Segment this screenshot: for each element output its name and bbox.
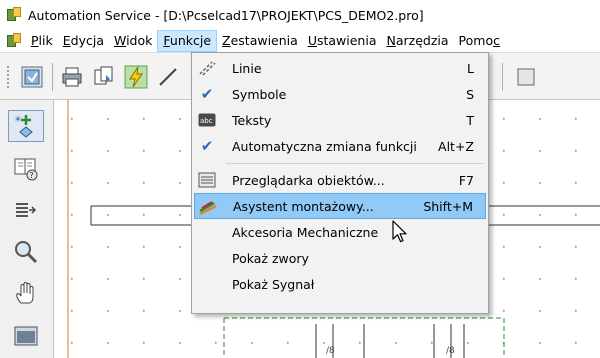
draw-lines-icon[interactable] (154, 63, 182, 91)
pan-hand-icon[interactable] (8, 278, 44, 310)
menu-item-akcesoria-mechaniczne[interactable]: Akcesoria Mechaniczne (194, 219, 486, 245)
menu-funkcje[interactable]: Funkcje (157, 30, 218, 52)
wizard-icon[interactable] (18, 63, 46, 91)
menu-widok[interactable]: Widok (109, 30, 157, 52)
menu-edycja[interactable]: Edycja (58, 30, 109, 52)
menu-bar: Plik Edycja Widok Funkcje Zestawienia Us… (0, 30, 600, 52)
lines-icon (196, 58, 218, 78)
checkmark-icon: ✔ (200, 137, 214, 155)
cross-reference-label: /8 (326, 346, 335, 356)
menu-item-symbole[interactable]: ✔ Symbole S (194, 81, 486, 107)
left-tool-sidebar: * ? (0, 100, 54, 358)
menu-item-przegladarka-obiektow[interactable]: Przeglądarka obiektów... F7 (194, 167, 486, 193)
cross-reference-label: /8 (446, 346, 455, 356)
toolbar-separator (52, 63, 53, 91)
book-help-icon[interactable]: ? (8, 152, 44, 184)
window-title: Automation Service - [D:\Pcselcad17\PROJ… (28, 7, 424, 23)
toolbar-tool-icon[interactable] (512, 63, 540, 91)
svg-text:?: ? (30, 171, 34, 180)
menu-separator (226, 163, 484, 164)
menu-item-asystent-montazowy[interactable]: Asystent montażowy... Shift+M (194, 193, 486, 219)
svg-text:*: * (15, 114, 21, 128)
svg-text:abc: abc (200, 117, 213, 125)
list-arrow-icon[interactable] (8, 194, 44, 226)
menu-narzedzia[interactable]: Narzędzia (381, 30, 453, 52)
menu-item-automatyczna-zmiana-funkcji[interactable]: ✔ Automatyczna zmiana funkcji Alt+Z (194, 133, 486, 159)
window-view-icon[interactable] (8, 320, 44, 352)
menu-ustawienia[interactable]: Ustawienia (303, 30, 382, 52)
toolbar-separator (502, 63, 503, 91)
symbol-insert-icon[interactable]: * (8, 110, 44, 142)
menu-zestawienia[interactable]: Zestawienia (217, 30, 303, 52)
menu-item-teksty[interactable]: abc Teksty T (194, 107, 486, 133)
menu-item-pokaz-zwory[interactable]: Pokaż zwory (194, 245, 486, 271)
lightning-icon[interactable] (122, 63, 150, 91)
menu-pomoc[interactable]: Pomoc (454, 30, 505, 52)
toolbar-grip[interactable] (6, 65, 10, 89)
copy-icon[interactable] (90, 63, 118, 91)
document-icon[interactable] (6, 33, 22, 49)
menu-item-linie[interactable]: Linie L (194, 55, 486, 81)
zoom-icon[interactable] (8, 236, 44, 268)
object-browser-icon (196, 170, 218, 190)
funkcje-dropdown-menu: Linie L ✔ Symbole S abc Teksty T ✔ Autom… (191, 52, 489, 314)
print-icon[interactable] (58, 63, 86, 91)
abc-text-icon: abc (196, 110, 218, 130)
checkmark-icon: ✔ (200, 85, 214, 103)
menu-item-pokaz-sygnal[interactable]: Pokaż Sygnał (194, 271, 486, 297)
menu-plik[interactable]: Plik (26, 30, 58, 52)
app-icon[interactable] (6, 7, 22, 23)
mouse-cursor-icon (392, 220, 407, 243)
title-bar: Automation Service - [D:\Pcselcad17\PROJ… (0, 0, 600, 30)
assembly-assistant-icon (197, 197, 219, 217)
